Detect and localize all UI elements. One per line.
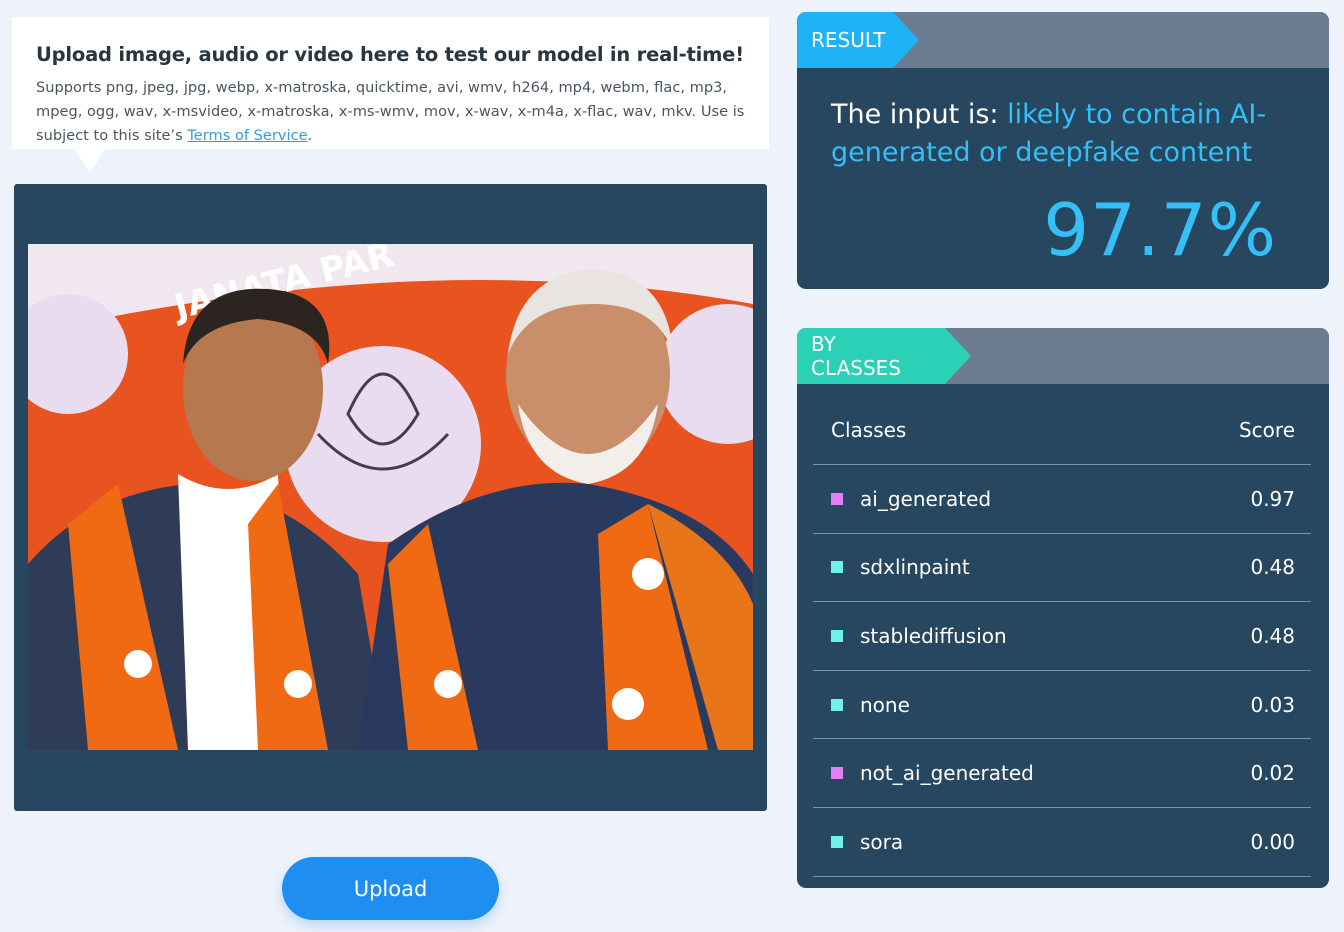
class-name: none bbox=[860, 692, 910, 717]
class-score: 0.03 bbox=[1250, 692, 1295, 717]
column-header-classes: Classes bbox=[831, 418, 907, 442]
class-color-swatch bbox=[831, 698, 843, 711]
info-card-pointer bbox=[74, 148, 106, 173]
result-statement: The input is: likely to contain AI-gener… bbox=[831, 96, 1271, 172]
upload-info-description: Supports png, jpeg, jpg, webp, x-matrosk… bbox=[36, 76, 745, 148]
table-row: none 0.03 bbox=[813, 671, 1311, 740]
classes-card-header: BY CLASSES bbox=[797, 328, 1329, 384]
class-color-swatch bbox=[831, 561, 843, 574]
class-score: 0.48 bbox=[1250, 555, 1295, 580]
uploaded-photo-illustration: JANATA PAR bbox=[28, 244, 753, 750]
class-color-swatch bbox=[831, 629, 843, 642]
table-row: sora 0.00 bbox=[813, 808, 1311, 877]
classes-tag: BY CLASSES bbox=[797, 328, 971, 384]
table-row: not_ai_generated 0.02 bbox=[813, 739, 1311, 808]
class-name: ai_generated bbox=[860, 486, 992, 511]
table-row: ai_generated 0.97 bbox=[813, 465, 1311, 534]
classes-table: Classes Score ai_generated 0.97 sdxlinpa… bbox=[813, 396, 1311, 877]
result-percentage: 97.7% bbox=[1043, 188, 1277, 272]
upload-button[interactable]: Upload bbox=[282, 857, 499, 920]
column-header-score: Score bbox=[1238, 418, 1295, 442]
result-prefix: The input is: bbox=[831, 99, 1008, 130]
terms-of-service-link[interactable]: Terms of Service bbox=[187, 127, 307, 144]
class-name: not_ai_generated bbox=[860, 761, 1034, 786]
class-name: sora bbox=[860, 829, 904, 854]
class-score: 0.97 bbox=[1250, 486, 1295, 511]
result-card: RESULT The input is: likely to contain A… bbox=[797, 12, 1329, 289]
image-preview-panel[interactable]: JANATA PAR bbox=[14, 184, 767, 811]
class-name: sdxlinpaint bbox=[860, 555, 970, 580]
result-card-header: RESULT bbox=[797, 12, 1329, 68]
classes-card: BY CLASSES Classes Score ai_generated 0.… bbox=[797, 328, 1329, 888]
result-tag: RESULT bbox=[797, 12, 919, 68]
class-score: 0.00 bbox=[1250, 829, 1295, 854]
uploaded-photo: JANATA PAR bbox=[28, 244, 753, 750]
table-row: sdxlinpaint 0.48 bbox=[813, 534, 1311, 603]
class-color-swatch bbox=[831, 767, 843, 780]
class-color-swatch bbox=[831, 492, 843, 505]
classes-table-header: Classes Score bbox=[813, 396, 1311, 465]
upload-info-title: Upload image, audio or video here to tes… bbox=[36, 43, 744, 66]
class-score: 0.48 bbox=[1250, 623, 1295, 648]
class-color-swatch bbox=[831, 835, 843, 848]
table-row: stablediffusion 0.48 bbox=[813, 602, 1311, 671]
supported-formats-text: Supports png, jpeg, jpg, webp, x-matrosk… bbox=[36, 79, 745, 144]
class-name: stablediffusion bbox=[860, 623, 1007, 648]
terms-suffix: . bbox=[307, 127, 313, 144]
upload-info-card: Upload image, audio or video here to tes… bbox=[12, 17, 769, 149]
class-score: 0.02 bbox=[1250, 761, 1295, 786]
